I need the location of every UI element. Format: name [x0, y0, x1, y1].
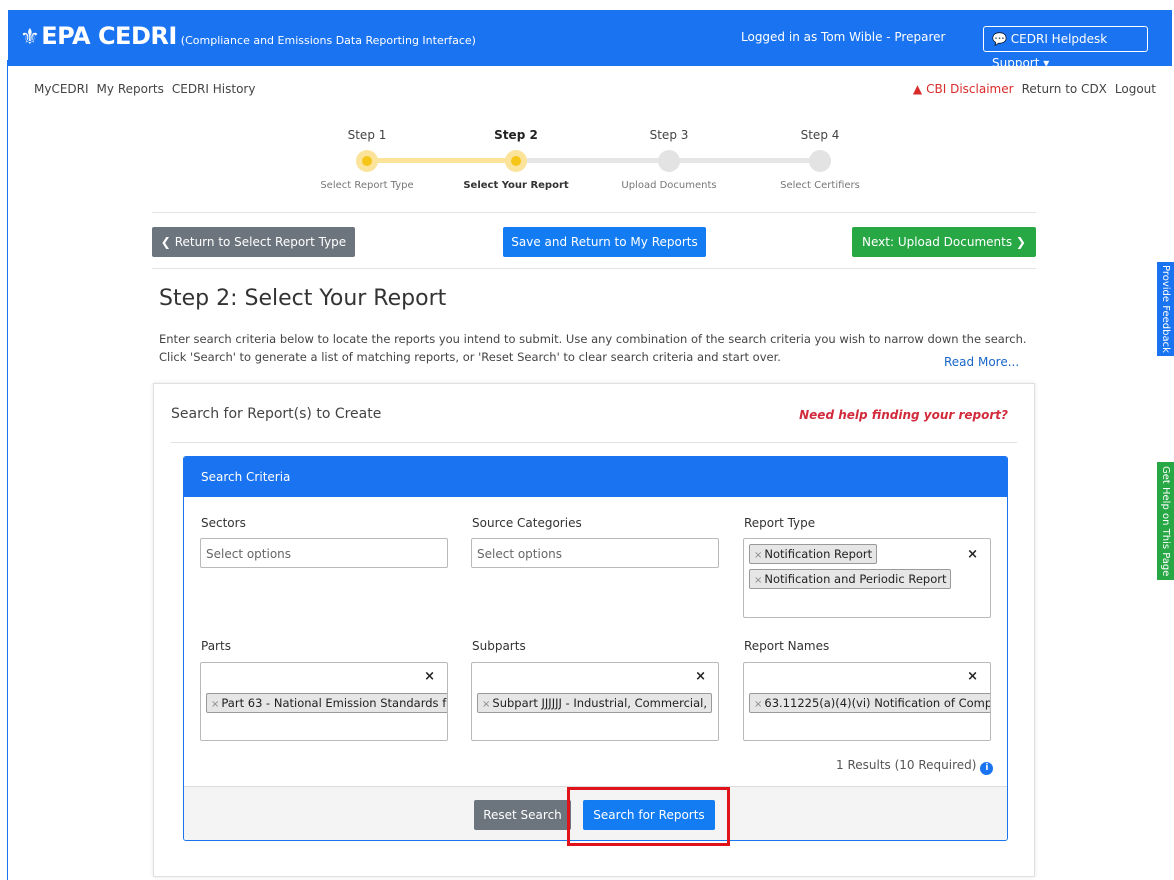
report-type-tag[interactable]: × Notification Report [749, 544, 878, 564]
report-names-select[interactable]: × × 63.11225(a)(4)(vi) Notification of Co… [743, 662, 991, 741]
top-header: ⚜EPA CEDRI (Compliance and Emissions Data… [8, 10, 1172, 70]
remove-tag-icon[interactable]: × [482, 699, 490, 710]
read-more-link[interactable]: Read More... [944, 355, 1019, 369]
step-1: Step 1 Select Report Type [297, 128, 437, 191]
logged-in-user: Logged in as Tom Wible - Preparer [741, 30, 946, 44]
page-description: Enter search criteria below to locate th… [159, 330, 1039, 366]
cedri-logo[interactable]: ⚜EPA CEDRI (Compliance and Emissions Data… [20, 22, 476, 50]
get-help-tab[interactable]: Get Help on This Page [1157, 462, 1174, 580]
brand-subtitle: (Compliance and Emissions Data Reporting… [180, 34, 476, 47]
step-label: Upload Documents [621, 180, 717, 191]
report-type-tag[interactable]: × Notification and Periodic Report [749, 569, 952, 589]
nav-cedri-history[interactable]: CEDRI History [172, 82, 256, 96]
step-number: Step 1 [347, 128, 387, 142]
step-4: Step 4 Select Certifiers [750, 128, 890, 191]
step-number: Step 2 [494, 128, 538, 142]
subparts-tag[interactable]: × Subpart JJJJJJ - Industrial, Commercial… [477, 693, 713, 713]
remove-tag-icon[interactable]: × [754, 699, 762, 710]
tag-label: 63.11225(a)(4)(vi) Notification of Compl [764, 696, 991, 710]
step-number: Step 4 [800, 128, 840, 142]
sectors-select[interactable]: Select options [200, 538, 448, 568]
step-label: Select Report Type [320, 180, 414, 191]
results-text: 1 Results (10 Required) [836, 758, 977, 772]
tag-label: Notification Report [764, 547, 873, 561]
reset-search-button[interactable]: Reset Search [474, 800, 571, 830]
return-to-cdx-link[interactable]: Return to CDX [1022, 82, 1107, 96]
step-3: Step 3 Upload Documents [599, 128, 739, 191]
description-line-2: Click 'Search' to generate a list of mat… [159, 350, 781, 364]
remove-tag-icon[interactable]: × [754, 575, 762, 586]
clear-selection-icon[interactable]: × [967, 669, 978, 684]
tag-label: Subpart JJJJJJ - Industrial, Commercial, [492, 696, 708, 710]
parts-tag[interactable]: × Part 63 - National Emission Standards f [206, 693, 447, 713]
warning-icon: ▲ [912, 82, 923, 96]
annotation-highlight-box [567, 787, 730, 846]
results-count: 1 Results (10 Required) i [836, 758, 994, 775]
chevron-right-icon: ❯ [1015, 235, 1026, 249]
helpdesk-support-button[interactable]: 💬 CEDRI Helpdesk Support ▾ [983, 26, 1148, 70]
remove-tag-icon[interactable]: × [754, 550, 762, 561]
description-line-1: Enter search criteria below to locate th… [159, 332, 1027, 346]
info-icon[interactable]: i [980, 762, 994, 775]
chevron-left-icon: ❮ [160, 235, 171, 249]
step-2: Step 2 Select Your Report [446, 128, 586, 191]
window-edge [7, 60, 8, 880]
helpdesk-label: CEDRI Helpdesk Support [992, 32, 1108, 70]
report-names-label: Report Names [744, 639, 830, 653]
card-title: Search for Report(s) to Create [171, 406, 382, 422]
subparts-select[interactable]: × × Subpart JJJJJJ - Industrial, Commerci… [471, 662, 719, 741]
back-button-label: Return to Select Report Type [174, 235, 347, 249]
search-criteria-header: Search Criteria [184, 457, 1007, 497]
source-categories-select[interactable]: Select options [471, 538, 719, 568]
parts-select[interactable]: × × Part 63 - National Emission Standards… [200, 662, 448, 741]
return-to-select-report-type-button[interactable]: ❮ Return to Select Report Type [152, 227, 355, 257]
epa-seal-icon: ⚜ [20, 25, 40, 50]
secondary-nav: MyCEDRI My Reports CEDRI History ▲ CBI Disc… [8, 66, 1172, 114]
step-label: Select Your Report [463, 180, 569, 191]
source-categories-label: Source Categories [472, 516, 582, 530]
clear-selection-icon[interactable]: × [967, 547, 978, 562]
step-number: Step 3 [649, 128, 689, 142]
next-button-label: Next: Upload Documents [862, 235, 1013, 249]
divider [152, 268, 1036, 269]
logout-link[interactable]: Logout [1115, 82, 1156, 96]
brand-name: EPA CEDRI [41, 22, 177, 50]
tag-label: Notification and Periodic Report [764, 572, 947, 586]
parts-label: Parts [201, 639, 231, 653]
report-type-label: Report Type [744, 516, 816, 530]
divider [152, 212, 1036, 213]
nav-mycedri[interactable]: MyCEDRI [34, 82, 89, 96]
page-title: Step 2: Select Your Report [159, 286, 447, 311]
subparts-label: Subparts [472, 639, 526, 653]
divider [171, 442, 1017, 443]
remove-tag-icon[interactable]: × [211, 699, 219, 710]
step-label: Select Certifiers [780, 180, 860, 191]
sectors-placeholder: Select options [206, 547, 292, 561]
cbi-disclaimer-link[interactable]: CBI Disclaimer [926, 82, 1013, 96]
search-criteria-panel: Search Criteria Sectors Select options S… [183, 456, 1008, 841]
help-finding-report-link[interactable]: Need help finding your report? [799, 408, 1008, 422]
source-categories-placeholder: Select options [477, 547, 563, 561]
report-names-tag[interactable]: × 63.11225(a)(4)(vi) Notification of Comp… [749, 693, 991, 713]
clear-selection-icon[interactable]: × [424, 669, 435, 684]
chat-icon: 💬 [992, 32, 1007, 46]
nav-my-reports[interactable]: My Reports [97, 82, 164, 96]
save-and-return-button[interactable]: Save and Return to My Reports [503, 227, 706, 257]
next-upload-documents-button[interactable]: Next: Upload Documents ❯ [852, 227, 1036, 257]
clear-selection-icon[interactable]: × [695, 669, 706, 684]
report-type-select[interactable]: × Notification Report × × Notification and… [743, 538, 991, 618]
provide-feedback-tab[interactable]: Provide Feedback [1157, 262, 1174, 356]
sectors-label: Sectors [201, 516, 246, 530]
tag-label: Part 63 - National Emission Standards f [221, 696, 447, 710]
